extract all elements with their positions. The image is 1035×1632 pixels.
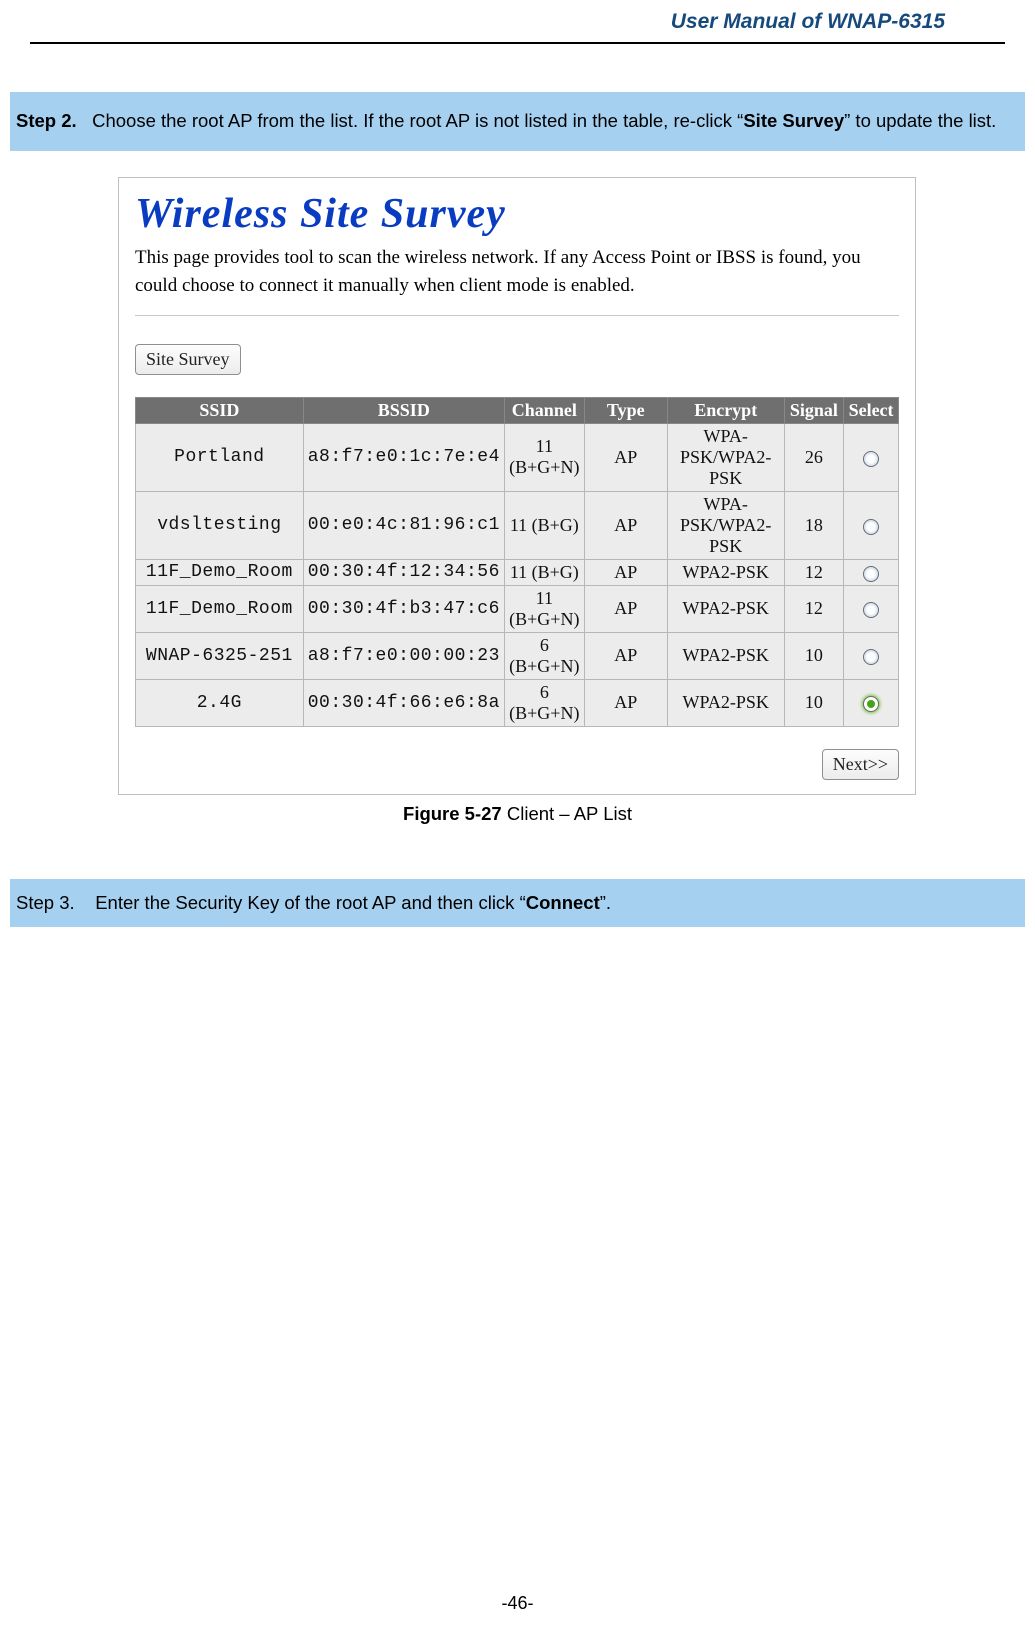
cell-signal: 26 — [784, 423, 844, 491]
site-survey-button[interactable]: Site Survey — [135, 344, 241, 375]
cell-ssid: WNAP-6325-251 — [136, 632, 304, 679]
cell-select — [844, 632, 899, 679]
step3-bold: Connect — [526, 892, 600, 913]
cell-type: AP — [584, 423, 667, 491]
cell-select — [844, 585, 899, 632]
table-row: Portlanda8:f7:e0:1c:7e:e411 (B+G+N)APWPA… — [136, 423, 899, 491]
cell-channel: 6 (B+G+N) — [504, 679, 584, 726]
survey-description: This page provides tool to scan the wire… — [135, 244, 875, 301]
figure-label: Figure 5-27 — [403, 803, 502, 824]
select-radio[interactable] — [863, 451, 879, 467]
cell-signal: 10 — [784, 632, 844, 679]
cell-type: AP — [584, 559, 667, 585]
cell-encrypt: WPA-PSK/WPA2-PSK — [667, 491, 784, 559]
figure-caption-text: Client – AP List — [502, 803, 632, 824]
step3-text-after: ”. — [600, 892, 611, 913]
cell-channel: 11 (B+G) — [504, 559, 584, 585]
cell-type: AP — [584, 679, 667, 726]
select-radio[interactable] — [863, 519, 879, 535]
table-row: 11F_Demo_Room00:30:4f:b3:47:c611 (B+G+N)… — [136, 585, 899, 632]
cell-select — [844, 559, 899, 585]
survey-table-header-row: SSID BSSID Channel Type Encrypt Signal S… — [136, 397, 899, 423]
cell-select — [844, 679, 899, 726]
cell-type: AP — [584, 585, 667, 632]
col-channel: Channel — [504, 397, 584, 423]
cell-type: AP — [584, 632, 667, 679]
step3-text-before: Enter the Security Key of the root AP an… — [95, 892, 526, 913]
cell-bssid: 00:30:4f:66:e6:8a — [303, 679, 504, 726]
cell-signal: 18 — [784, 491, 844, 559]
col-select: Select — [844, 397, 899, 423]
cell-select — [844, 491, 899, 559]
col-type: Type — [584, 397, 667, 423]
cell-ssid: 2.4G — [136, 679, 304, 726]
select-radio[interactable] — [863, 566, 879, 582]
cell-ssid: vdsltesting — [136, 491, 304, 559]
col-encrypt: Encrypt — [667, 397, 784, 423]
step2-bold: Site Survey — [743, 110, 844, 131]
cell-channel: 11 (B+G+N) — [504, 423, 584, 491]
page-number: -46- — [0, 1593, 1035, 1614]
table-row: WNAP-6325-251a8:f7:e0:00:00:236 (B+G+N)A… — [136, 632, 899, 679]
col-ssid: SSID — [136, 397, 304, 423]
table-row: 11F_Demo_Room00:30:4f:12:34:5611 (B+G)AP… — [136, 559, 899, 585]
survey-divider — [135, 315, 899, 316]
cell-signal: 12 — [784, 585, 844, 632]
cell-type: AP — [584, 491, 667, 559]
col-signal: Signal — [784, 397, 844, 423]
step2-label: Step 2. — [16, 110, 77, 131]
cell-channel: 11 (B+G) — [504, 491, 584, 559]
cell-channel: 11 (B+G+N) — [504, 585, 584, 632]
cell-bssid: a8:f7:e0:00:00:23 — [303, 632, 504, 679]
cell-channel: 6 (B+G+N) — [504, 632, 584, 679]
cell-encrypt: WPA2-PSK — [667, 632, 784, 679]
cell-encrypt: WPA2-PSK — [667, 559, 784, 585]
doc-header: User Manual of WNAP-6315 — [30, 0, 1005, 44]
survey-screenshot: Wireless Site Survey This page provides … — [118, 177, 916, 795]
select-radio[interactable] — [863, 649, 879, 665]
step2-text-after: ” to update the list. — [844, 110, 996, 131]
cell-bssid: 00:30:4f:12:34:56 — [303, 559, 504, 585]
survey-table: SSID BSSID Channel Type Encrypt Signal S… — [135, 397, 899, 727]
cell-signal: 12 — [784, 559, 844, 585]
cell-bssid: 00:e0:4c:81:96:c1 — [303, 491, 504, 559]
step3-label: Step 3. — [16, 892, 75, 913]
step3-band: Step 3. Enter the Security Key of the ro… — [10, 879, 1025, 927]
cell-bssid: a8:f7:e0:1c:7e:e4 — [303, 423, 504, 491]
cell-encrypt: WPA-PSK/WPA2-PSK — [667, 423, 784, 491]
cell-ssid: Portland — [136, 423, 304, 491]
cell-ssid: 11F_Demo_Room — [136, 585, 304, 632]
cell-bssid: 00:30:4f:b3:47:c6 — [303, 585, 504, 632]
cell-signal: 10 — [784, 679, 844, 726]
figure-caption: Figure 5-27 Client – AP List — [10, 803, 1025, 825]
cell-encrypt: WPA2-PSK — [667, 679, 784, 726]
cell-ssid: 11F_Demo_Room — [136, 559, 304, 585]
col-bssid: BSSID — [303, 397, 504, 423]
table-row: vdsltesting00:e0:4c:81:96:c111 (B+G)APWP… — [136, 491, 899, 559]
survey-title: Wireless Site Survey — [135, 190, 899, 238]
select-radio[interactable] — [863, 602, 879, 618]
step2-band: Step 2. Choose the root AP from the list… — [10, 92, 1025, 151]
select-radio[interactable] — [863, 696, 879, 712]
cell-encrypt: WPA2-PSK — [667, 585, 784, 632]
next-button[interactable]: Next>> — [822, 749, 899, 780]
step2-text-before: Choose the root AP from the list. If the… — [92, 110, 743, 131]
cell-select — [844, 423, 899, 491]
table-row: 2.4G00:30:4f:66:e6:8a6 (B+G+N)APWPA2-PSK… — [136, 679, 899, 726]
